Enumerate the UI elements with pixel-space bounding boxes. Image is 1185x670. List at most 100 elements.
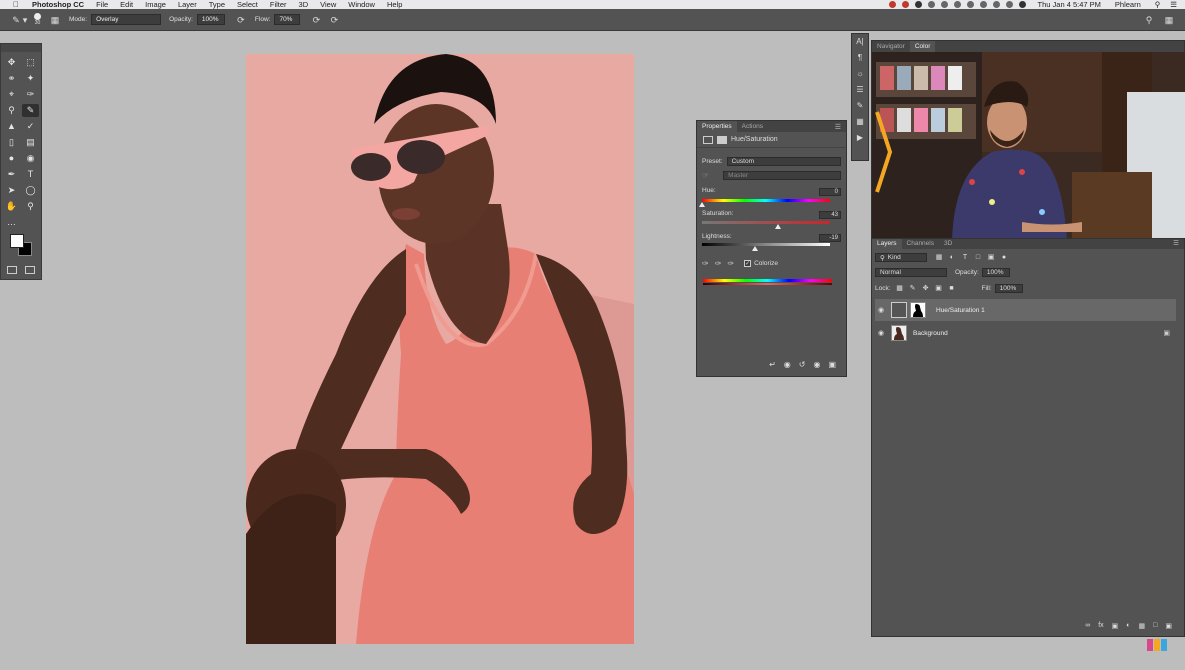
tool-presets-icon[interactable]: ✎ <box>852 98 868 114</box>
hue-value[interactable]: 0 <box>819 188 841 196</box>
time-machine-icon[interactable] <box>966 1 974 8</box>
marquee-tool-icon[interactable]: ⬚ <box>22 56 39 69</box>
apple-icon[interactable]:  <box>10 0 22 9</box>
paragraph-panel-icon[interactable]: ¶ <box>852 50 868 66</box>
pressure-size-icon[interactable]: ⟳ <box>328 14 340 26</box>
saturation-slider[interactable] <box>702 221 830 224</box>
search-icon[interactable]: ⚲ <box>1143 14 1155 26</box>
dodge-tool-icon[interactable]: ◉ <box>22 152 39 165</box>
lasso-tool-icon[interactable]: ⚭ <box>3 72 20 85</box>
menu-type[interactable]: Type <box>209 0 225 9</box>
tab-3d[interactable]: 3D <box>939 239 957 249</box>
type-tool-icon[interactable]: T <box>22 168 39 181</box>
mask-thumbnail[interactable] <box>910 302 926 318</box>
document-canvas[interactable] <box>246 54 634 644</box>
link-layers-icon[interactable]: ∞ <box>1085 622 1090 630</box>
status-app-icon[interactable] <box>914 1 922 8</box>
visibility-icon[interactable]: ◉ <box>813 360 820 372</box>
actions-play-icon[interactable]: ▶ <box>852 130 868 146</box>
panel-menu-icon[interactable]: ☰ <box>835 123 841 131</box>
view-previous-icon[interactable]: ◉ <box>784 360 791 372</box>
hand-tool-icon[interactable]: ✋ <box>3 200 20 213</box>
tab-actions[interactable]: Actions <box>737 121 768 132</box>
status-app-icon[interactable] <box>888 1 896 8</box>
eyedropper-plus-icon[interactable]: ✑ <box>715 259 722 268</box>
wifi-icon[interactable] <box>992 1 1000 8</box>
lock-pixels-icon[interactable]: ✎ <box>909 285 917 293</box>
tab-properties[interactable]: Properties <box>697 121 737 132</box>
new-layer-icon[interactable]: □ <box>1153 622 1157 630</box>
menu-3d[interactable]: 3D <box>299 0 309 9</box>
lock-all-icon[interactable]: ■ <box>948 285 956 293</box>
filter-type-icon[interactable]: T <box>961 254 969 262</box>
layer-row-hue-saturation[interactable]: ◉ Hue/Saturation 1 <box>875 299 1176 321</box>
tab-navigator[interactable]: Navigator <box>872 41 910 52</box>
lock-artboard-icon[interactable]: ▣ <box>935 285 943 293</box>
eye-icon[interactable]: ◉ <box>875 329 887 337</box>
layer-opacity-field[interactable]: 100% <box>981 268 1010 277</box>
lightness-value[interactable]: -19 <box>819 234 841 242</box>
flow-field[interactable]: 70% <box>274 14 301 25</box>
gradient-tool-icon[interactable]: ▤ <box>22 136 39 149</box>
layer-row-background[interactable]: ◉ Background ▣ <box>875 322 1176 344</box>
blend-mode-select[interactable]: Normal <box>875 268 947 277</box>
reset-icon[interactable]: ↺ <box>799 360 806 372</box>
opacity-field[interactable]: 100% <box>196 14 225 25</box>
character-panel-icon[interactable]: A| <box>852 34 868 50</box>
workspace-icon[interactable]: ▦ <box>1163 14 1175 26</box>
tab-layers[interactable]: Layers <box>872 239 902 249</box>
pen-tool-icon[interactable]: ✒ <box>3 168 20 181</box>
brush-tool-icon[interactable]: ✎ <box>10 14 22 26</box>
magic-wand-tool-icon[interactable]: ✦ <box>22 72 39 85</box>
brush-preset-picker[interactable]: 30 <box>34 13 41 26</box>
status-app-icon[interactable] <box>927 1 935 8</box>
clock[interactable]: Thu Jan 4 5:47 PM <box>1038 0 1101 9</box>
lightness-slider[interactable] <box>702 243 830 246</box>
adjustments-panel-icon[interactable]: ☼ <box>852 66 868 82</box>
stamp-tool-icon[interactable]: ▲ <box>3 120 20 133</box>
notification-icon[interactable]: ☰ <box>1170 0 1177 9</box>
more-tools-icon[interactable]: … <box>3 216 20 229</box>
status-app-icon[interactable] <box>901 1 909 8</box>
saturation-value[interactable]: 43 <box>819 211 841 219</box>
saturation-slider-knob[interactable] <box>775 224 782 229</box>
fill-field[interactable]: 100% <box>994 284 1023 293</box>
layer-style-icon[interactable]: fx <box>1098 622 1103 630</box>
menu-edit[interactable]: Edit <box>120 0 133 9</box>
lock-transparency-icon[interactable]: ▦ <box>896 285 904 293</box>
tab-color[interactable]: Color <box>909 41 936 52</box>
healing-tool-icon[interactable]: ⚲ <box>3 104 20 117</box>
panel-grip[interactable] <box>1 44 41 52</box>
menu-file[interactable]: File <box>96 0 108 9</box>
menu-layer[interactable]: Layer <box>178 0 197 9</box>
filter-smart-object-icon[interactable]: ▣ <box>987 254 995 262</box>
new-adjustment-icon[interactable]: ◐ <box>1126 622 1130 630</box>
menu-view[interactable]: View <box>320 0 336 9</box>
zoom-tool-icon[interactable]: ⚲ <box>22 200 39 213</box>
channel-select[interactable]: Master <box>723 171 841 180</box>
blur-tool-icon[interactable]: ● <box>3 152 20 165</box>
bluetooth-icon[interactable] <box>979 1 987 8</box>
mask-icon[interactable] <box>717 135 727 144</box>
user-name[interactable]: Phlearn <box>1115 0 1141 9</box>
history-brush-tool-icon[interactable]: ✓ <box>22 120 39 133</box>
preset-select[interactable]: Custom <box>726 157 841 166</box>
lightness-slider-knob[interactable] <box>751 246 758 251</box>
chevron-down-icon[interactable]: ▾ <box>22 14 28 26</box>
panel-menu-icon[interactable]: ☰ <box>1173 239 1179 249</box>
spotlight-icon[interactable]: ⚲ <box>1155 0 1161 9</box>
move-tool-icon[interactable]: ✥ <box>3 56 20 69</box>
status-app-icon[interactable] <box>940 1 948 8</box>
eye-icon[interactable]: ◉ <box>875 306 887 314</box>
filter-toggle-icon[interactable]: ● <box>1000 254 1008 262</box>
brush-panel-icon[interactable]: ▦ <box>49 14 61 26</box>
shape-tool-icon[interactable]: ◯ <box>22 184 39 197</box>
on-image-adjust-icon[interactable]: ☞ <box>702 171 709 180</box>
battery-icon[interactable] <box>1018 1 1026 8</box>
hue-slider-knob[interactable] <box>699 202 705 207</box>
mode-select[interactable]: Overlay <box>91 14 162 25</box>
app-menu[interactable]: Photoshop CC <box>32 0 84 9</box>
crop-tool-icon[interactable]: ⌖ <box>3 88 20 101</box>
eraser-tool-icon[interactable]: ▯ <box>3 136 20 149</box>
new-group-icon[interactable]: ▦ <box>1139 622 1146 630</box>
